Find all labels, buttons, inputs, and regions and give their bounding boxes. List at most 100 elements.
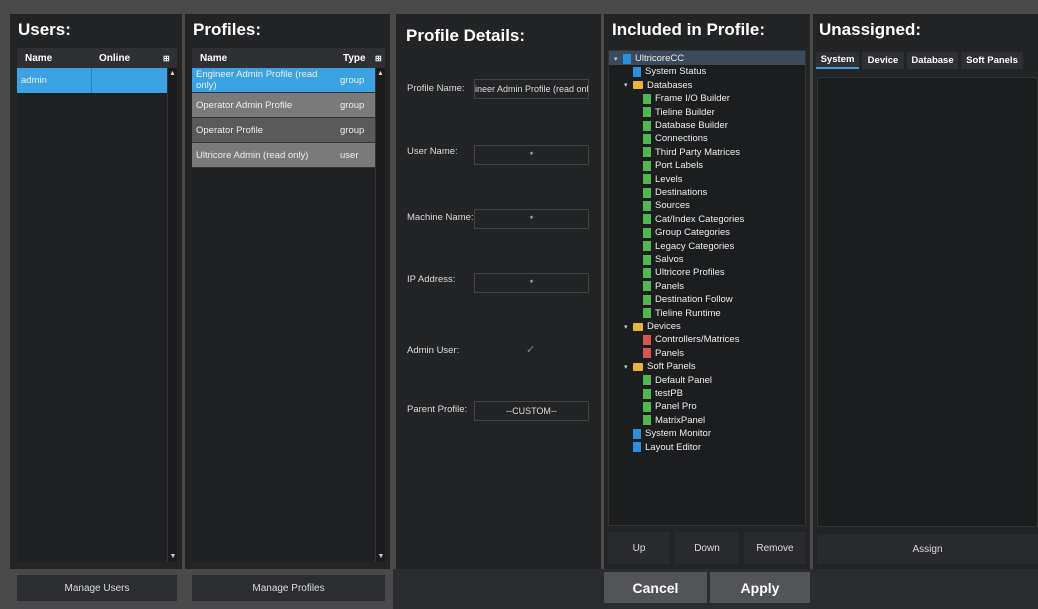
cancel-button[interactable]: Cancel: [604, 572, 707, 603]
tree-item-label: Sources: [655, 200, 690, 212]
profile-name-field[interactable]: gineer Admin Profile (read only: [474, 79, 589, 99]
tree-item[interactable]: Ultricore Profiles: [634, 266, 725, 279]
scroll-up-icon[interactable]: ▲: [376, 70, 385, 77]
tree-item-label: Panel Pro: [655, 401, 697, 413]
doc-icon: [643, 160, 651, 171]
tree-item[interactable]: Legacy Categories: [634, 240, 734, 253]
profile-name-cell: Ultricore Admin (read only): [196, 149, 309, 161]
tree-item[interactable]: Layout Editor: [624, 441, 701, 454]
tree-item[interactable]: ▾ Soft Panels: [624, 360, 696, 373]
profiles-scrollbar[interactable]: ▲ ▼: [375, 68, 385, 562]
tree-item[interactable]: Default Panel: [634, 374, 712, 387]
tree-item[interactable]: Port Labels: [634, 159, 703, 172]
expand-arrow-icon[interactable]: ▾: [624, 363, 630, 371]
tree-item[interactable]: ▾ Databases: [624, 79, 692, 92]
doc-icon: [633, 442, 641, 453]
tree-item[interactable]: Database Builder: [634, 119, 728, 132]
tree-item[interactable]: Connections: [634, 132, 708, 145]
tree-item[interactable]: Tieline Runtime: [634, 307, 721, 320]
table-row[interactable]: Operator Admin Profile group: [192, 93, 375, 118]
tree-item-label: Default Panel: [655, 374, 713, 386]
column-chooser-icon[interactable]: ⊞: [373, 54, 382, 63]
profile-type-cell: user: [340, 149, 359, 161]
profile-name-cell: Operator Admin Profile: [196, 99, 293, 111]
assign-button[interactable]: Assign: [817, 534, 1038, 564]
profiles-col-type[interactable]: Type: [335, 53, 373, 64]
users-col-name[interactable]: Name: [17, 53, 91, 64]
tree-item-label: Levels: [655, 173, 683, 185]
scroll-up-icon[interactable]: ▲: [168, 70, 177, 77]
tree-item-label: testPB: [655, 388, 683, 399]
profiles-panel: Profiles: Name Type ⊞ Engineer Admin Pro…: [185, 14, 390, 569]
doc-icon: [643, 174, 651, 185]
tree-item[interactable]: Group Categories: [634, 226, 730, 239]
tree-item[interactable]: Levels: [634, 173, 682, 186]
tree-item[interactable]: MatrixPanel: [634, 414, 705, 427]
tree-item[interactable]: Controllers/Matrices: [634, 333, 739, 346]
users-scrollbar[interactable]: ▲ ▼: [167, 68, 177, 562]
tree-item[interactable]: testPB: [634, 387, 683, 400]
remove-button[interactable]: Remove: [744, 532, 806, 564]
manage-users-button[interactable]: Manage Users: [17, 575, 177, 601]
expand-arrow-icon[interactable]: ▾: [624, 323, 630, 331]
tab-device[interactable]: Device: [862, 52, 904, 69]
tree-item[interactable]: Third Party Matrices: [634, 146, 740, 159]
tree-item-label: Panels: [655, 347, 685, 359]
doc-icon: [643, 254, 651, 265]
tree-item[interactable]: Tieline Builder: [634, 106, 715, 119]
profiles-col-name[interactable]: Name: [192, 53, 335, 64]
tree-item[interactable]: Sources: [634, 199, 690, 212]
users-col-online[interactable]: Online: [91, 53, 161, 64]
tree-item[interactable]: System Status: [624, 65, 706, 78]
expand-arrow-icon[interactable]: ▾: [614, 55, 620, 63]
tree-item-label: Cat/Index Categories: [655, 213, 745, 225]
tree-item[interactable]: System Monitor: [624, 427, 711, 440]
up-button[interactable]: Up: [608, 532, 670, 564]
users-title: Users:: [18, 20, 71, 39]
tree-item[interactable]: Frame I/O Builder: [634, 92, 730, 105]
tab-system[interactable]: System: [816, 52, 859, 69]
doc-icon: [643, 308, 651, 319]
table-row[interactable]: Ultricore Admin (read only) user: [192, 143, 375, 168]
manage-profiles-button[interactable]: Manage Profiles: [192, 575, 385, 601]
table-row[interactable]: Operator Profile group: [192, 118, 375, 143]
doc-icon: [643, 241, 651, 252]
expand-arrow-icon[interactable]: ▾: [624, 81, 630, 89]
parent-profile-select[interactable]: --CUSTOM--: [474, 401, 589, 421]
table-row[interactable]: admin: [17, 68, 167, 93]
doc-icon: [643, 120, 651, 131]
tree-item[interactable]: Destinations: [634, 186, 707, 199]
tree-item-label: Databases: [647, 79, 693, 91]
tree-item-label: Salvos: [655, 254, 684, 265]
tree-item-label: Soft Panels: [647, 361, 696, 373]
details-title: Profile Details:: [406, 26, 526, 45]
ip-address-label: IP Address:: [407, 274, 456, 285]
doc-icon: [643, 133, 651, 144]
tree-item[interactable]: Panels: [634, 280, 684, 293]
tree-item[interactable]: Destination Follow: [634, 293, 733, 306]
tree-item[interactable]: Salvos: [634, 253, 684, 266]
tree-item-label: Tieline Builder: [655, 106, 715, 118]
down-button[interactable]: Down: [675, 532, 739, 564]
doc-icon: [643, 107, 651, 118]
apply-button[interactable]: Apply: [710, 572, 810, 603]
ip-address-field[interactable]: *: [474, 273, 589, 293]
included-panel: Included in Profile: ▾ UltricoreCC System …: [604, 14, 810, 569]
tree-item[interactable]: Panel Pro: [634, 400, 697, 413]
tree-item[interactable]: ▾ UltricoreCC: [614, 52, 684, 65]
tab-soft-panels[interactable]: Soft Panels: [961, 52, 1023, 69]
tree-item[interactable]: Cat/Index Categories: [634, 213, 744, 226]
table-row[interactable]: Engineer Admin Profile (read only) group: [192, 68, 375, 93]
users-table-header: Name Online ⊞: [17, 48, 177, 68]
machine-name-field[interactable]: *: [474, 209, 589, 229]
doc-icon: [643, 93, 651, 104]
user-name-field[interactable]: *: [474, 145, 589, 165]
scroll-down-icon[interactable]: ▼: [376, 553, 386, 560]
scroll-down-icon[interactable]: ▼: [168, 553, 178, 560]
admin-user-checkbox[interactable]: ✓: [526, 344, 538, 356]
tab-database[interactable]: Database: [907, 52, 958, 69]
tree-item[interactable]: ▾ Devices: [624, 320, 681, 333]
tree-item-label: Third Party Matrices: [655, 146, 740, 158]
tree-item[interactable]: Panels: [634, 347, 684, 360]
column-chooser-icon[interactable]: ⊞: [161, 54, 170, 63]
